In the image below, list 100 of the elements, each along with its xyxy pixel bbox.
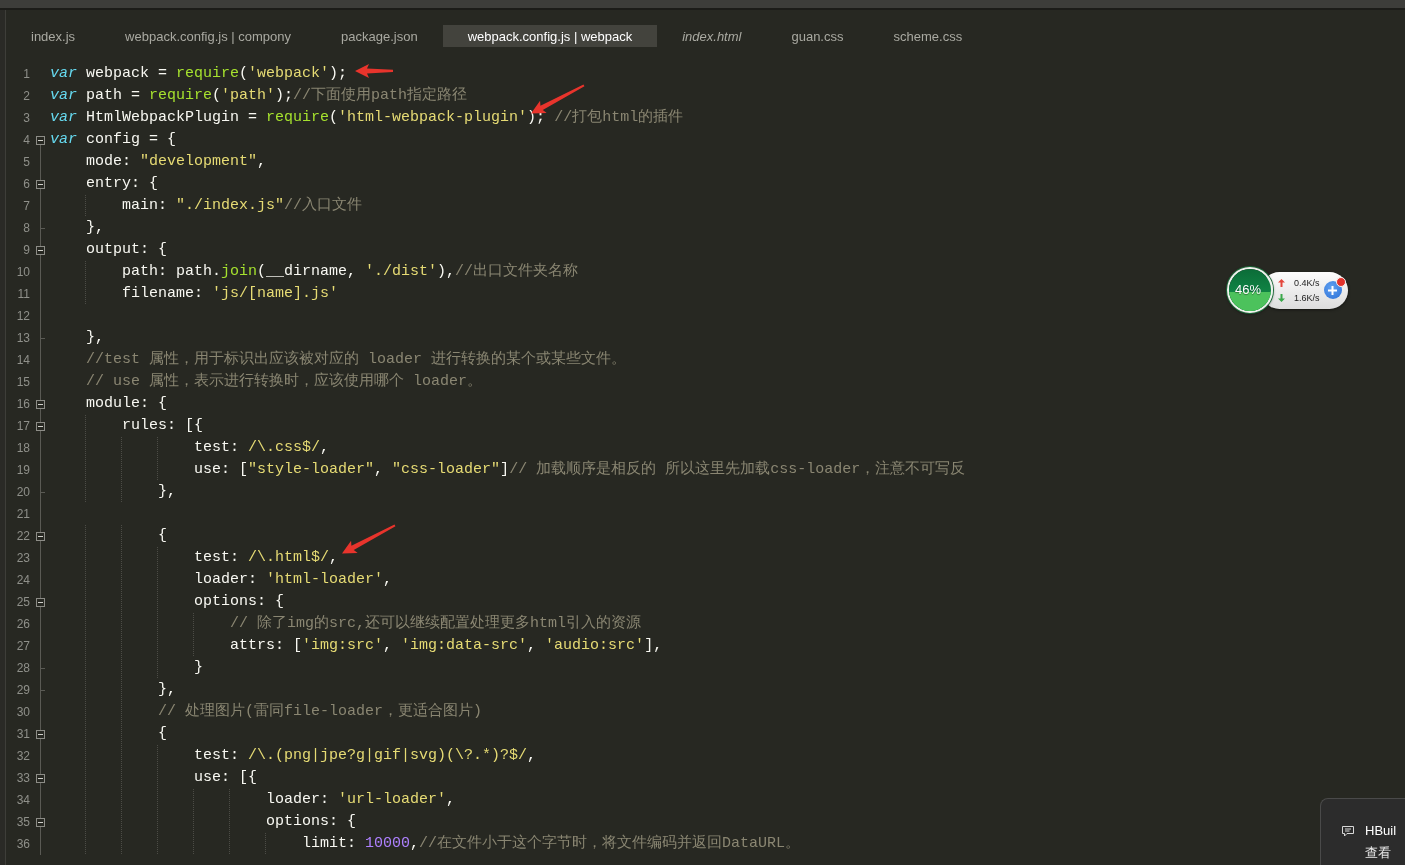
code-line: options: { bbox=[194, 593, 285, 611]
upload-arrow-icon bbox=[1278, 278, 1285, 287]
code-line: { bbox=[158, 725, 168, 743]
line-number: 27 bbox=[15, 638, 30, 654]
code-line: var config = { bbox=[50, 131, 177, 149]
line-number: 28 bbox=[15, 660, 30, 676]
collapse-icon[interactable] bbox=[36, 422, 45, 431]
code-line: }, bbox=[158, 483, 177, 501]
line-number: 9 bbox=[22, 242, 30, 258]
collapse-icon[interactable] bbox=[36, 818, 45, 827]
file-tab[interactable]: guan.css bbox=[766, 25, 869, 47]
code-line: loader: 'url-loader', bbox=[266, 791, 456, 809]
code-line: { bbox=[158, 527, 168, 545]
line-number: 20 bbox=[15, 484, 30, 500]
plus-icon bbox=[1328, 285, 1337, 295]
collapse-icon[interactable] bbox=[36, 598, 45, 607]
code-line: }, bbox=[86, 329, 104, 347]
chat-icon bbox=[1342, 825, 1354, 837]
line-number: 13 bbox=[15, 330, 30, 346]
code-line: limit: 10000,//在文件小于这个字节时，将文件编码并返回DataURL。 bbox=[302, 835, 801, 853]
line-number: 3 bbox=[22, 110, 30, 126]
file-tab[interactable]: package.json bbox=[316, 25, 443, 47]
download-arrow-icon bbox=[1278, 293, 1285, 302]
line-number: 21 bbox=[15, 506, 30, 522]
line-number: 1 bbox=[22, 66, 30, 82]
collapse-icon[interactable] bbox=[36, 532, 45, 541]
line-number: 24 bbox=[15, 572, 30, 588]
code-line: main: "./index.js"//入口文件 bbox=[122, 197, 363, 215]
code-line: var path = require('path');//下面使用path指定路径 bbox=[50, 87, 468, 105]
code-line: use: [{ bbox=[194, 769, 258, 787]
code-line: } bbox=[194, 659, 204, 677]
code-line: // 处理图片(雷同file-loader，更适合图片) bbox=[158, 703, 483, 721]
code-line: test: /\.css$/, bbox=[194, 439, 330, 457]
line-number: 22 bbox=[15, 528, 30, 544]
code-line: entry: { bbox=[86, 175, 158, 193]
line-number: 30 bbox=[15, 704, 30, 720]
file-tab[interactable]: webpack.config.js | compony bbox=[100, 25, 317, 47]
line-number: 25 bbox=[15, 594, 30, 610]
code-line: }, bbox=[86, 219, 104, 237]
file-tab[interactable]: webpack.config.js | webpack bbox=[442, 25, 658, 47]
annotation-arrow bbox=[342, 523, 397, 554]
line-number: 23 bbox=[15, 550, 30, 566]
code-line: test: /\.(png|jpe?g|gif|svg)(\?.*)?$/, bbox=[194, 747, 537, 765]
line-number: 5 bbox=[22, 154, 30, 170]
upload-speed: 0.4K/s bbox=[1294, 276, 1320, 289]
code-line: var HtmlWebpackPlugin = require('html-webpack-plugin'); //打包html的插件 bbox=[50, 109, 684, 127]
download-speed: 1.6K/s bbox=[1294, 291, 1320, 304]
code-line: mode: "development", bbox=[86, 153, 267, 171]
line-number: 10 bbox=[15, 264, 30, 280]
line-number: 35 bbox=[15, 814, 30, 830]
code-line: options: { bbox=[266, 813, 357, 831]
line-number: 15 bbox=[15, 374, 30, 390]
code-line: path: path.join(__dirname, './dist'),//出口文件夹名称 bbox=[122, 263, 579, 281]
code-line: rules: [{ bbox=[122, 417, 203, 435]
notification-title: HBuil bbox=[1365, 823, 1397, 839]
line-number: 19 bbox=[15, 462, 30, 478]
code-line: filename: 'js/[name].js' bbox=[122, 285, 339, 303]
line-number: 34 bbox=[15, 792, 30, 808]
line-number: 8 bbox=[22, 220, 30, 236]
line-number: 14 bbox=[15, 352, 30, 368]
collapse-icon[interactable] bbox=[36, 730, 45, 739]
line-number: 26 bbox=[15, 616, 30, 632]
line-number: 29 bbox=[15, 682, 30, 698]
line-number: 36 bbox=[15, 836, 30, 852]
line-number: 4 bbox=[22, 132, 30, 148]
code-line: }, bbox=[158, 681, 177, 699]
line-number: 32 bbox=[15, 748, 30, 764]
notification-text: 查看 bbox=[1365, 845, 1391, 861]
code-line: var webpack = require('webpack'); bbox=[50, 65, 348, 83]
collapse-icon[interactable] bbox=[36, 774, 45, 783]
line-number: 16 bbox=[15, 396, 30, 412]
collapse-icon[interactable] bbox=[36, 180, 45, 189]
code-line: attrs: ['img:src', 'img:data-src', 'audio:src'], bbox=[230, 637, 663, 655]
indent-guide bbox=[265, 833, 266, 855]
code-line: loader: 'html-loader', bbox=[194, 571, 393, 589]
usage-percent: 46% bbox=[1235, 282, 1262, 298]
line-number: 6 bbox=[22, 176, 30, 192]
line-number: 18 bbox=[15, 440, 30, 456]
line-number: 11 bbox=[16, 286, 30, 302]
line-number: 12 bbox=[15, 308, 30, 324]
indent-guide bbox=[85, 195, 86, 217]
code-line: output: { bbox=[86, 241, 167, 259]
code-line: module: { bbox=[86, 395, 167, 413]
line-number: 31 bbox=[15, 726, 30, 742]
code-line: // 除了img的src,还可以继续配置处理更多html引入的资源 bbox=[230, 615, 642, 633]
line-number: 2 bbox=[22, 88, 30, 104]
collapse-icon[interactable] bbox=[36, 136, 45, 145]
file-tab[interactable]: index.html bbox=[657, 25, 767, 47]
collapse-icon[interactable] bbox=[36, 400, 45, 409]
code-line: test: /\.html$/, bbox=[194, 549, 339, 567]
file-tab[interactable]: scheme.css bbox=[868, 25, 988, 47]
annotation-arrow bbox=[355, 64, 394, 78]
line-number: 17 bbox=[15, 418, 30, 434]
code-line: // use 属性，表示进行转换时，应该使用哪个 loader。 bbox=[86, 373, 483, 391]
line-number: 7 bbox=[22, 198, 30, 214]
collapse-icon[interactable] bbox=[36, 246, 45, 255]
file-tab[interactable]: index.js bbox=[6, 25, 101, 47]
code-line: use: ["style-loader", "css-loader"]// 加载顺序是相反的 所以这里先加载css-loader，注意不可写反 bbox=[194, 461, 966, 479]
code-line: //test 属性，用于标识出应该被对应的 loader 进行转换的某个或某些文件。 bbox=[86, 351, 627, 369]
line-number: 33 bbox=[15, 770, 30, 786]
